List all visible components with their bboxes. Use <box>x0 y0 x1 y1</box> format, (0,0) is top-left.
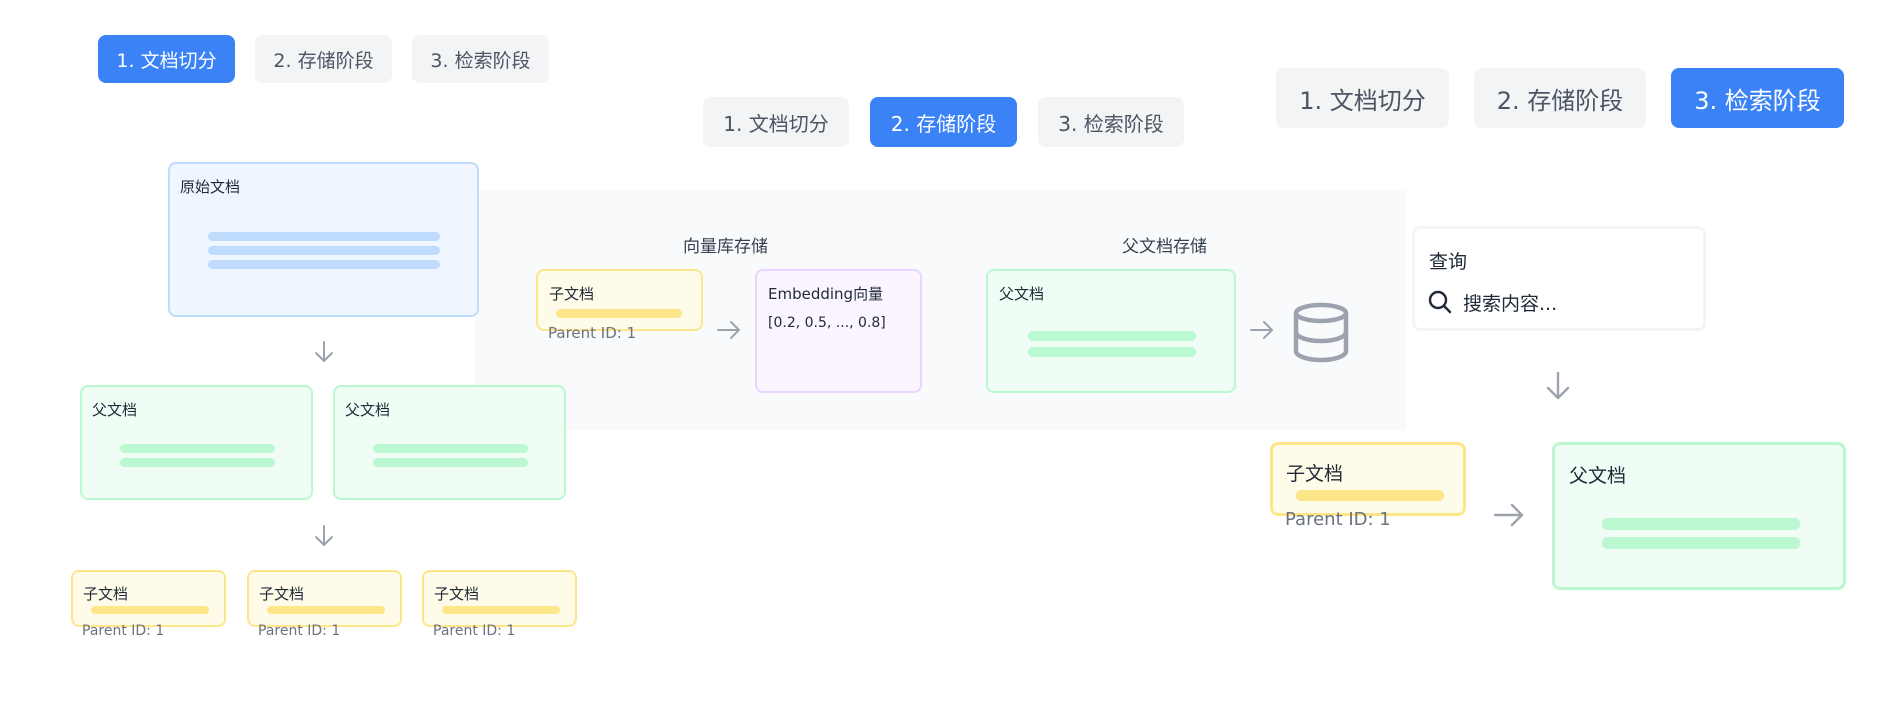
parent-document-label: 父文档 <box>92 401 138 419</box>
tab-split[interactable]: 1. 文档切分 <box>98 35 235 83</box>
tab-retrieve[interactable]: 3. 检索阶段 <box>1671 68 1844 128</box>
child-document: 子文档 <box>71 570 226 627</box>
tab-split[interactable]: 1. 文档切分 <box>1276 68 1449 128</box>
arrow-down-icon <box>1546 371 1570 400</box>
parent-store-title: 父文档存储 <box>1122 237 1207 257</box>
child-document-label: 子文档 <box>549 285 595 303</box>
database-icon <box>1293 302 1349 363</box>
original-document: 原始文档 <box>168 162 479 317</box>
tab-retrieve[interactable]: 3. 检索阶段 <box>1038 97 1184 147</box>
child-document-label: 子文档 <box>434 585 480 603</box>
text-line <box>1028 331 1196 341</box>
tab-store[interactable]: 2. 存储阶段 <box>1474 68 1646 128</box>
parent-document-label: 父文档 <box>345 401 391 419</box>
text-line <box>208 246 440 255</box>
parent-document: 父文档 <box>333 385 566 500</box>
parent-document: 父文档 <box>80 385 313 500</box>
text-line <box>1296 490 1444 501</box>
text-line <box>1028 347 1196 357</box>
tab-retrieve[interactable]: 3. 检索阶段 <box>412 35 549 83</box>
tab-store[interactable]: 2. 存储阶段 <box>255 35 392 83</box>
parent-id-label: Parent ID: 1 <box>82 623 165 639</box>
child-document: 子文档 <box>422 570 577 627</box>
embedding-vector: Embedding向量 [0.2, 0.5, ..., 0.8] <box>755 269 922 393</box>
parent-document: 父文档 <box>986 269 1236 393</box>
arrow-down-icon <box>315 525 333 546</box>
original-document-label: 原始文档 <box>180 178 241 196</box>
text-line <box>373 444 528 453</box>
vector-store-title: 向量库存储 <box>683 237 768 257</box>
arrow-down-icon <box>315 341 333 362</box>
search-placeholder: 搜索内容... <box>1463 292 1558 315</box>
tab-store[interactable]: 2. 存储阶段 <box>870 97 1017 147</box>
parent-document-label: 父文档 <box>999 285 1045 303</box>
text-line <box>267 606 385 614</box>
parent-document: 父文档 <box>1552 442 1846 590</box>
text-line <box>208 260 440 269</box>
child-document-label: 子文档 <box>83 585 129 603</box>
child-document: 子文档 <box>247 570 402 627</box>
child-document: 子文档 <box>1270 442 1466 516</box>
text-line <box>120 444 275 453</box>
parent-id-label: Parent ID: 1 <box>548 324 637 342</box>
search-input[interactable]: 搜索内容... <box>1427 286 1687 318</box>
child-document-label: 子文档 <box>1286 463 1344 485</box>
text-line <box>1602 518 1800 530</box>
text-line <box>442 606 560 614</box>
parent-document-label: 父文档 <box>1569 465 1627 487</box>
tab-split[interactable]: 1. 文档切分 <box>703 97 849 147</box>
child-document-label: 子文档 <box>259 585 305 603</box>
text-line <box>556 309 682 318</box>
arrow-right-icon <box>1493 503 1524 527</box>
text-line <box>373 458 528 467</box>
query-title: 查询 <box>1429 251 1468 273</box>
parent-id-label: Parent ID: 1 <box>1285 509 1391 530</box>
text-line <box>91 606 209 614</box>
text-line <box>1602 537 1800 549</box>
child-document: 子文档 <box>536 269 703 331</box>
embedding-title: Embedding向量 <box>768 285 884 303</box>
embedding-value: [0.2, 0.5, ..., 0.8] <box>768 315 886 331</box>
parent-id-label: Parent ID: 1 <box>433 623 516 639</box>
text-line <box>120 458 275 467</box>
text-line <box>208 232 440 241</box>
query-box: 查询 搜索内容... <box>1412 226 1706 331</box>
arrow-right-icon <box>1250 321 1273 339</box>
search-icon <box>1428 290 1452 314</box>
arrow-right-icon <box>717 321 740 339</box>
parent-id-label: Parent ID: 1 <box>258 623 341 639</box>
